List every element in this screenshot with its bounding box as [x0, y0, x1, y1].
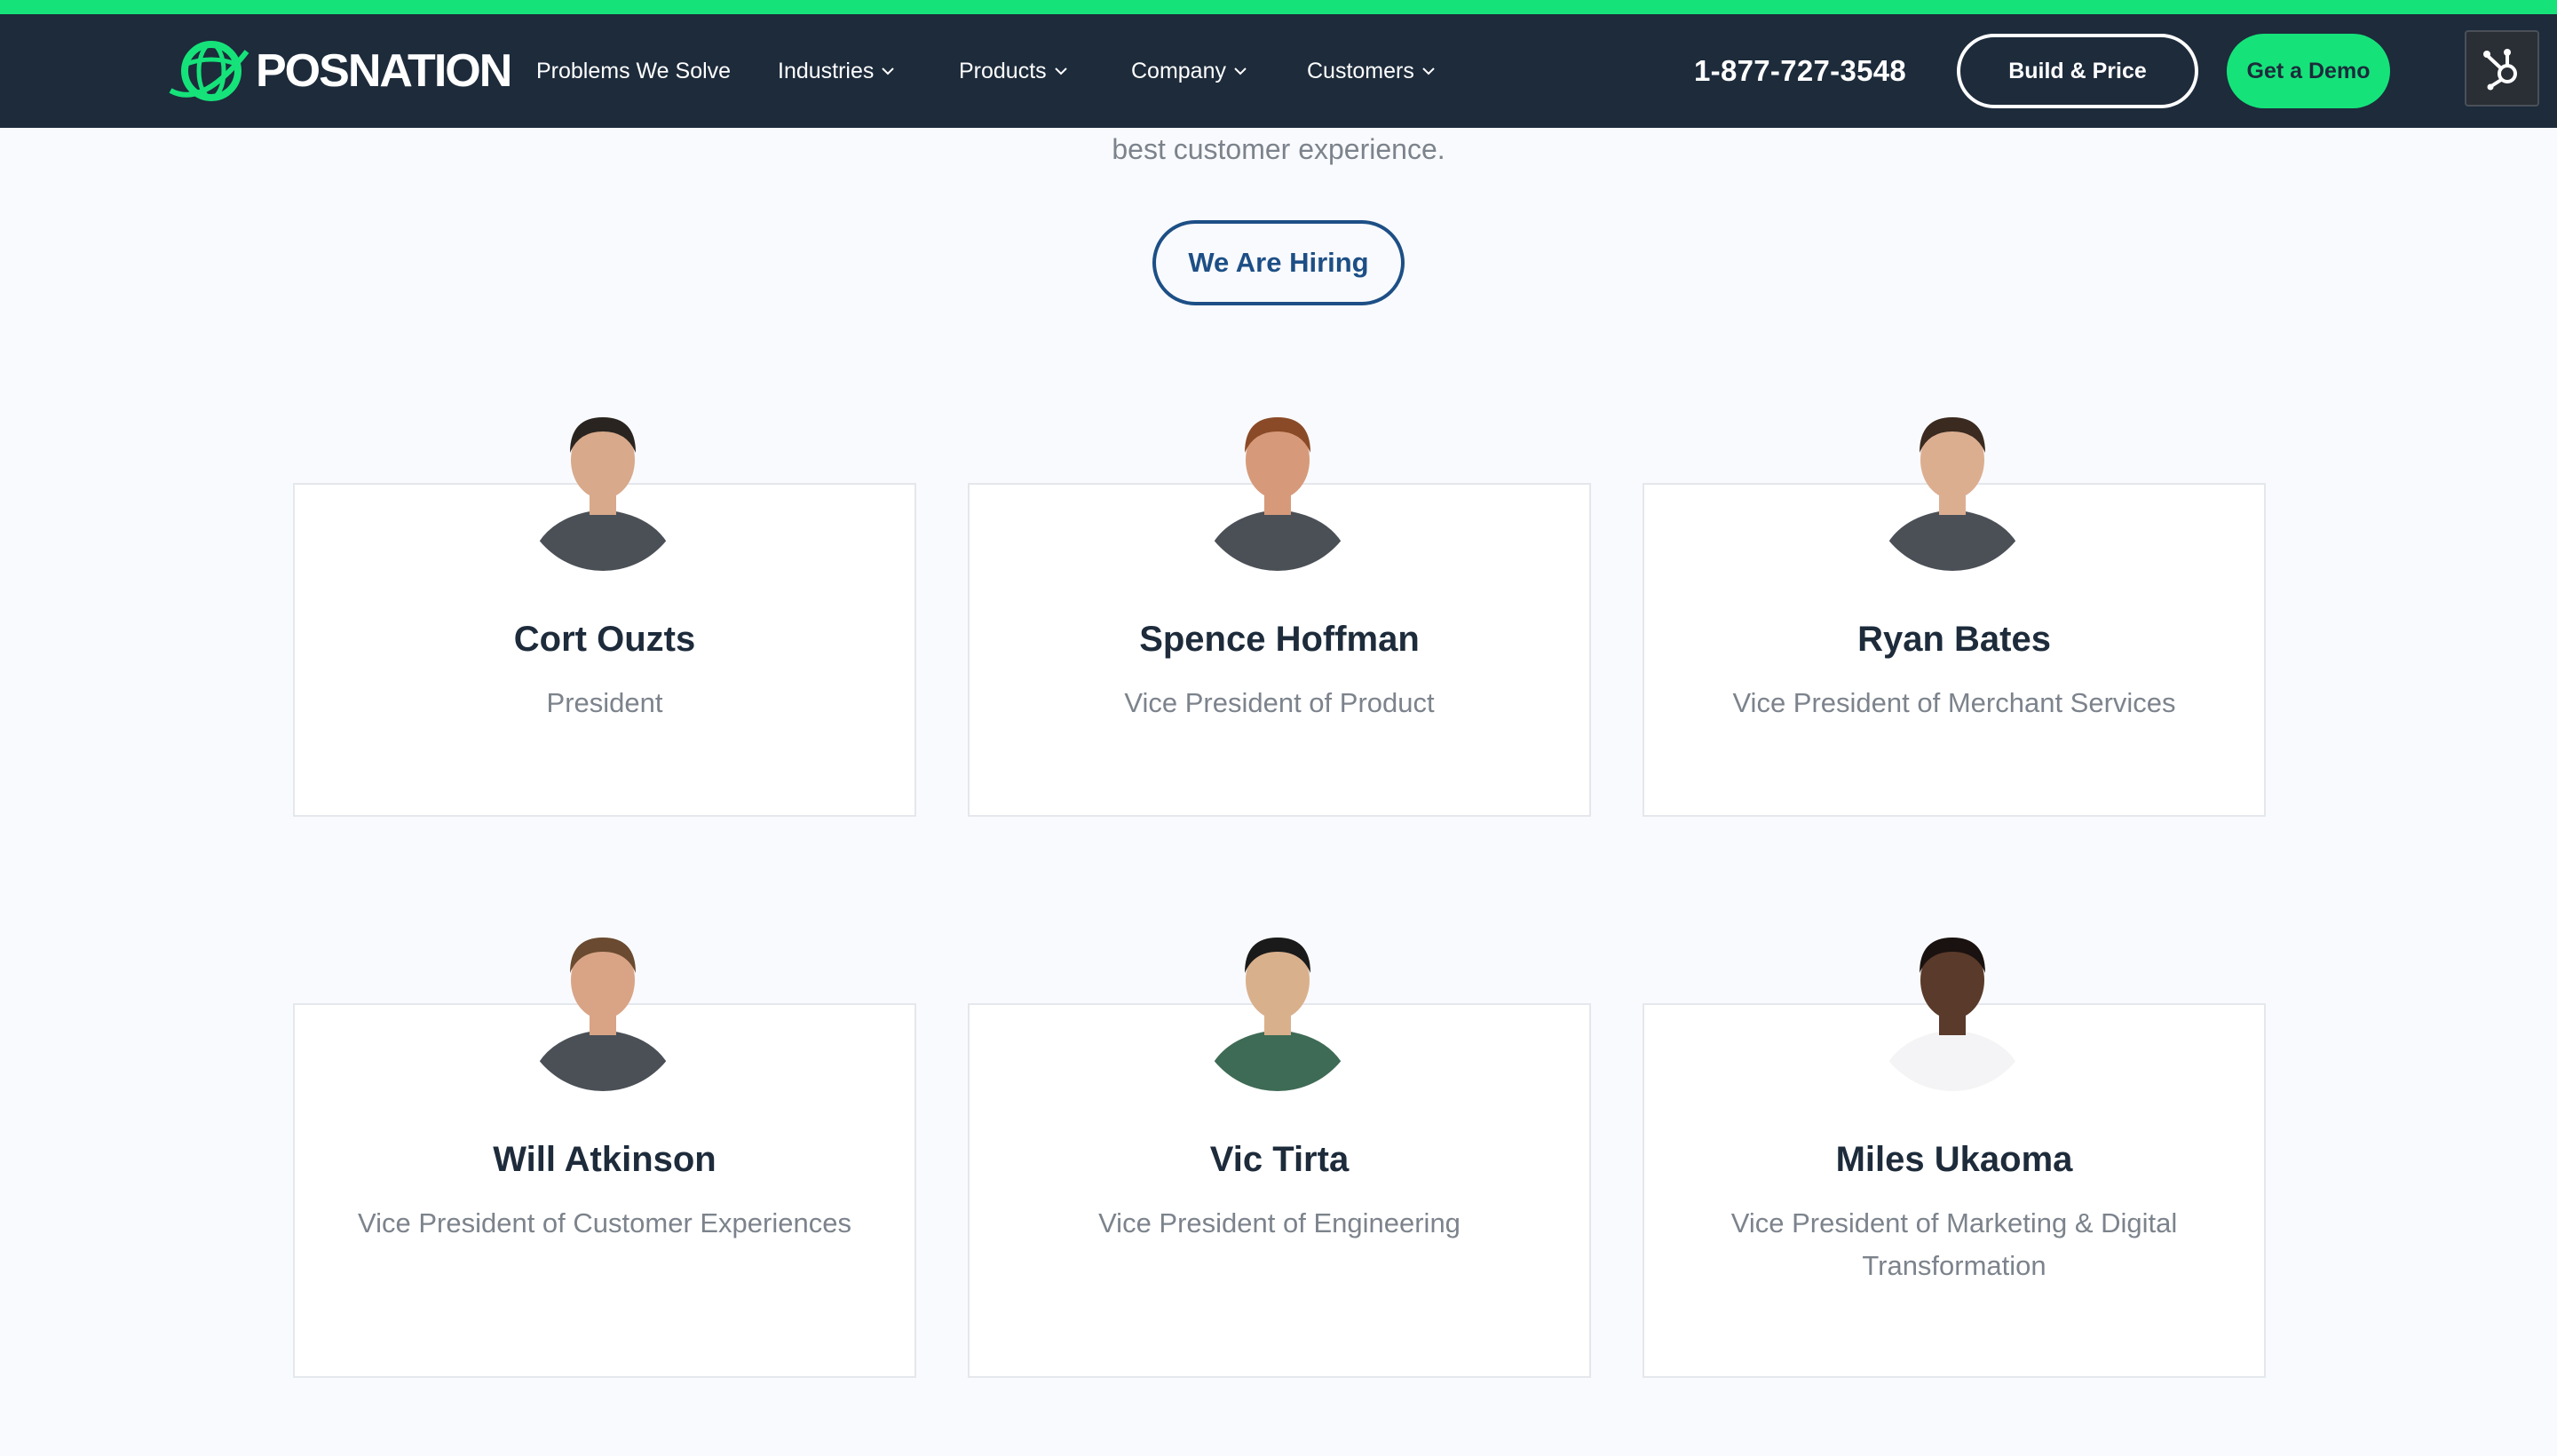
globe-logo-icon: [169, 41, 249, 101]
nav-label: Company: [1131, 58, 1226, 83]
team-member-photo: [519, 916, 687, 1094]
top-accent-bar: [0, 0, 2557, 14]
posnation-logo[interactable]: POSNATION: [167, 34, 512, 108]
avatar-shirt: [527, 510, 678, 571]
avatar-shirt: [1877, 1030, 2028, 1091]
team-member-photo: [1868, 396, 2037, 574]
team-member-role: Vice President of Marketing & Digital Tr…: [1730, 1207, 2178, 1281]
team-member-role: President: [546, 687, 663, 718]
site-header: POSNATION Problems We Solve Industries P…: [0, 14, 2557, 128]
chevron-down-icon: [1234, 67, 1247, 75]
avatar-illustration: [1202, 938, 1353, 1091]
avatar-shirt: [1202, 1030, 1353, 1091]
team-member-photo: [519, 396, 687, 574]
nav-label: Problems We Solve: [536, 58, 732, 83]
chevron-down-icon: [1054, 67, 1067, 75]
team-member-name: Vic Tirta: [1209, 1140, 1350, 1179]
team-member-photo: [1193, 916, 1362, 1094]
team-member-role: Vice President of Merchant Services: [1732, 687, 2176, 718]
hubspot-chat-button[interactable]: [2465, 30, 2539, 107]
team-member-photo: [1193, 396, 1362, 574]
team-member-role: Vice President of Product: [1124, 687, 1435, 718]
team-member-role: Vice President of Customer Experiences: [358, 1207, 851, 1238]
team-member-name: Spence Hoffman: [1139, 620, 1420, 659]
avatar-shirt: [1877, 510, 2028, 571]
get-demo-button[interactable]: Get a Demo: [2227, 34, 2390, 108]
hubspot-sprocket-icon: [2483, 49, 2517, 91]
phone-number-link[interactable]: 1-877-727-3548: [1694, 14, 1906, 128]
nav-item-customers[interactable]: Customers: [1307, 14, 1436, 128]
nav-label: Industries: [778, 58, 875, 83]
avatar-illustration: [1877, 417, 2028, 571]
we-are-hiring-button[interactable]: We Are Hiring: [1152, 220, 1405, 305]
avatar-shirt: [527, 1030, 678, 1091]
logo-wordmark: POSNATION: [256, 45, 512, 97]
build-price-button[interactable]: Build & Price: [1957, 34, 2198, 108]
nav-label: Customers: [1307, 58, 1414, 83]
team-member-name: Ryan Bates: [1857, 620, 2051, 659]
team-member-name: Cort Ouzts: [513, 620, 696, 659]
chevron-down-icon: [1422, 67, 1435, 75]
nav-item-products[interactable]: Products: [959, 14, 1068, 128]
avatar-illustration: [1202, 417, 1353, 571]
team-member-name: Will Atkinson: [493, 1140, 716, 1179]
avatar-shirt: [1202, 510, 1353, 571]
nav-item-problems-we-solve[interactable]: Problems We Solve: [536, 14, 731, 128]
avatar-illustration: [527, 417, 678, 571]
intro-text: best customer experience.: [1112, 133, 1445, 165]
nav-label: Products: [959, 58, 1047, 83]
nav-item-company[interactable]: Company: [1131, 14, 1247, 128]
chevron-down-icon: [882, 67, 895, 75]
avatar-illustration: [1877, 938, 2028, 1091]
avatar-illustration: [527, 938, 678, 1091]
nav-item-industries[interactable]: Industries: [778, 14, 895, 128]
team-member-name: Miles Ukaoma: [1835, 1140, 2073, 1179]
team-member-role: Vice President of Engineering: [1098, 1207, 1461, 1238]
team-member-photo: [1868, 916, 2037, 1094]
